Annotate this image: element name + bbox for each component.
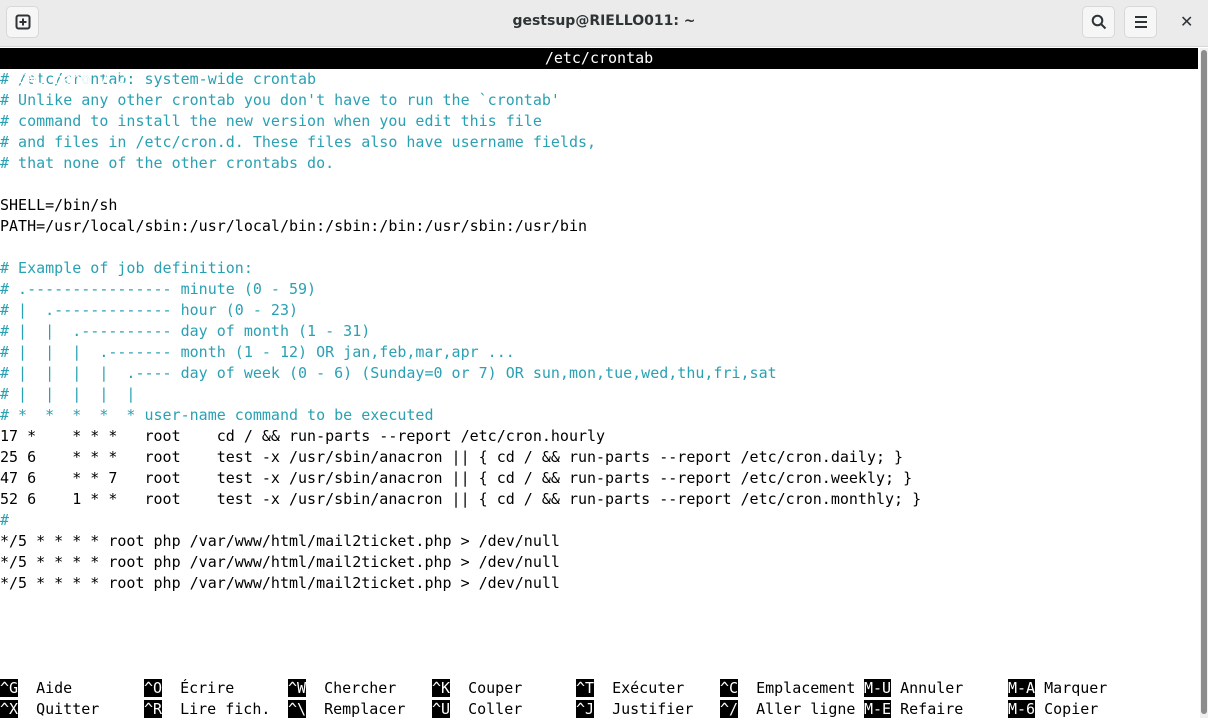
scrollbar-thumb[interactable]	[1201, 50, 1207, 714]
shortcut-key: ^G	[0, 679, 19, 697]
shortcut-item[interactable]: M-6 Copier	[1008, 699, 1098, 720]
menu-button[interactable]	[1124, 6, 1157, 38]
shortcut-item[interactable]: ^\ Remplacer	[288, 699, 405, 720]
shortcut-key: ^K	[432, 679, 451, 697]
comment-line: # | .------------- hour (0 - 23)	[0, 301, 299, 319]
comment-line: # * * * * * user-name command to be exec…	[0, 406, 434, 424]
shortcut-key: ^\	[288, 700, 307, 718]
shortcut-label: Remplacer	[324, 700, 406, 718]
shortcut-key: ^T	[576, 679, 595, 697]
shortcut-item[interactable]: M-E Refaire	[864, 699, 963, 720]
shortcut-key: ^U	[432, 700, 451, 718]
code-line: */5 * * * * root php /var/www/html/mail2…	[0, 553, 560, 571]
code-line: SHELL=/bin/sh	[0, 196, 118, 214]
comment-line: # .---------------- minute (0 - 59)	[0, 280, 317, 298]
shortcut-item[interactable]: ^O Écrire	[144, 678, 234, 699]
shortcut-key: ^C	[720, 679, 739, 697]
code-line: */5 * * * * root php /var/www/html/mail2…	[0, 532, 560, 550]
editor-content[interactable]: # /etc/crontab: system-wide crontab # Unl…	[0, 69, 1198, 594]
hamburger-icon	[1134, 16, 1147, 28]
shortcut-label: Copier	[1044, 700, 1099, 718]
shortcut-key: M-U	[864, 679, 892, 697]
shortcut-label: Annuler	[900, 679, 964, 697]
shortcut-key: ^X	[0, 700, 19, 718]
shortcut-label: Refaire	[900, 700, 964, 718]
shortcut-item[interactable]: M-A Marquer	[1008, 678, 1107, 699]
close-icon[interactable]: ✕	[1180, 12, 1193, 31]
comment-line: #	[0, 511, 10, 529]
shortcut-label: Marquer	[1044, 679, 1108, 697]
code-line: 52 6 1 * * root test -x /usr/sbin/anacro…	[0, 490, 922, 508]
code-line: 25 6 * * * root test -x /usr/sbin/anacro…	[0, 448, 904, 466]
shortcut-item[interactable]: ^X Quitter	[0, 699, 99, 720]
shortcut-item[interactable]: ^G Aide	[0, 678, 72, 699]
shortcut-label: Coller	[468, 700, 523, 718]
scrollbar[interactable]	[1200, 48, 1208, 718]
nano-version: GNU nano 7.2	[18, 70, 127, 88]
shortcut-label: Lire fich.	[180, 700, 271, 718]
nano-header: GNU nano 7.2 /etc/crontab	[0, 48, 1198, 88]
shortcut-key: M-A	[1008, 679, 1036, 697]
terminal[interactable]: GNU nano 7.2 /etc/crontab # /etc/crontab…	[0, 48, 1198, 718]
window-titlebar: gestsup@RIELLO011: ~ ✕	[0, 0, 1208, 47]
shortcut-item[interactable]: ^C Emplacement	[720, 678, 855, 699]
shortcut-label: Justifier	[612, 700, 694, 718]
comment-line: # /etc/crontab: system-wide crontab	[0, 70, 317, 88]
comment-line: # | | | | .---- day of week (0 - 6) (Sun…	[0, 364, 777, 382]
shortcut-key: M-E	[864, 700, 892, 718]
shortcut-key: ^/	[720, 700, 739, 718]
shortcut-label: Couper	[468, 679, 523, 697]
comment-line: # | | .---------- day of month (1 - 31)	[0, 322, 371, 340]
shortcut-item[interactable]: ^W Chercher	[288, 678, 396, 699]
shortcut-item[interactable]: ^R Lire fich.	[144, 699, 270, 720]
shortcut-label: Chercher	[324, 679, 397, 697]
code-line: */5 * * * * root php /var/www/html/mail2…	[0, 574, 560, 592]
shortcut-label: Quitter	[36, 700, 100, 718]
nano-filename: /etc/crontab	[544, 49, 654, 67]
window-title: gestsup@RIELLO011: ~	[512, 13, 696, 29]
search-button[interactable]	[1082, 6, 1115, 38]
comment-line: # | | | | |	[0, 385, 136, 403]
shortcut-item[interactable]: ^U Coller	[432, 699, 522, 720]
comment-line: # and files in /etc/cron.d. These files …	[0, 133, 597, 151]
shortcut-item[interactable]: ^/ Aller ligne	[720, 699, 855, 720]
shortcut-key: ^O	[144, 679, 163, 697]
shortcut-item[interactable]: ^J Justifier	[576, 699, 693, 720]
shortcut-bar: ^G Aide ^O Écrire ^W Chercher ^K Couper ^T E…	[0, 678, 1198, 720]
shortcut-label: Emplacement	[756, 679, 856, 697]
shortcut-item[interactable]: M-U Annuler	[864, 678, 963, 699]
code-line: 17 * * * * root cd / && run-parts --repo…	[0, 427, 606, 445]
code-line: 47 6 * * 7 root test -x /usr/sbin/anacro…	[0, 469, 913, 487]
shortcut-row: ^X Quitter ^R Lire fich. ^\ Remplacer ^U Co…	[0, 699, 1198, 720]
shortcut-key: ^J	[576, 700, 595, 718]
comment-line: # command to install the new version whe…	[0, 112, 542, 130]
comment-line: # | | | .------- month (1 - 12) OR jan,f…	[0, 343, 515, 361]
code-line: PATH=/usr/local/sbin:/usr/local/bin:/sbi…	[0, 217, 587, 235]
shortcut-key: ^W	[288, 679, 307, 697]
comment-line: # Unlike any other crontab you don't hav…	[0, 91, 560, 109]
comment-line: # that none of the other crontabs do.	[0, 154, 335, 172]
shortcut-key: M-6	[1008, 700, 1036, 718]
search-icon	[1091, 14, 1106, 30]
shortcut-row: ^G Aide ^O Écrire ^W Chercher ^K Couper ^T E…	[0, 678, 1198, 699]
shortcut-label: Exécuter	[612, 679, 685, 697]
shortcut-label: Écrire	[180, 679, 235, 697]
shortcut-label: Aller ligne	[756, 700, 856, 718]
shortcut-key: ^R	[144, 700, 163, 718]
shortcut-item[interactable]: ^K Couper	[432, 678, 522, 699]
shortcut-item[interactable]: ^T Exécuter	[576, 678, 684, 699]
shortcut-label: Aide	[36, 679, 73, 697]
comment-line: # Example of job definition:	[0, 259, 253, 277]
